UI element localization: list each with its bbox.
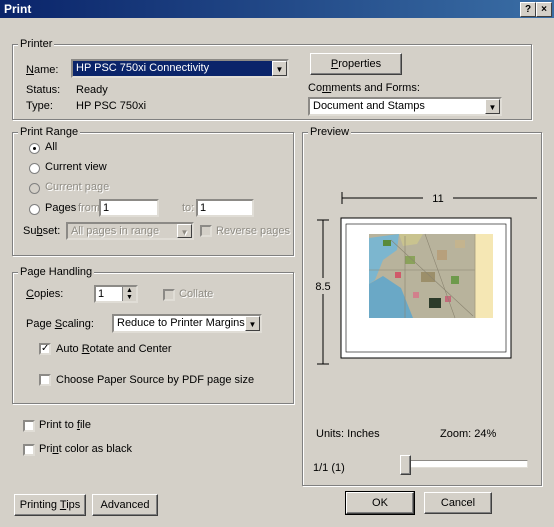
copies-value: 1 (98, 288, 105, 300)
reverse-pages-label: Reverse pages (216, 225, 290, 237)
radio-pages-label: Pages (45, 202, 77, 214)
comments-forms-label: Comments and Forms: (308, 82, 420, 94)
width-label: 11 (432, 193, 443, 205)
status-label: Status: (26, 84, 61, 96)
subset-select: All pages in range ▼ (66, 222, 194, 240)
print-range-label: Print Range (18, 126, 81, 138)
chevron-down-icon: ▼ (177, 224, 192, 238)
to-input[interactable]: 1 (196, 199, 254, 217)
page-scaling-label: Page Scaling: (26, 318, 94, 330)
radio-current-view-label: Current view (45, 161, 107, 173)
from-input[interactable]: 1 (99, 199, 159, 217)
printer-name-label: Name: (26, 64, 59, 76)
radio-current-view[interactable] (29, 163, 40, 174)
radio-all-label: All (45, 141, 58, 153)
ok-button[interactable]: OK (345, 491, 415, 515)
print-to-file-checkbox[interactable] (23, 420, 35, 432)
type-label: Type: (26, 100, 53, 112)
printer-group-label: Printer (18, 38, 55, 50)
window-title: Print (4, 2, 32, 16)
preview-label: Preview (308, 126, 352, 138)
help-icon[interactable]: ? (520, 2, 536, 17)
to-label: to: (182, 202, 195, 214)
printer-name-value: HP PSC 750xi Connectivity (76, 62, 210, 74)
printer-name-select[interactable]: HP PSC 750xi Connectivity ▼ (71, 59, 289, 78)
page-scaling-select[interactable]: Reduce to Printer Margins ▼ (112, 314, 262, 333)
close-icon[interactable]: × (536, 2, 552, 17)
chevron-down-icon[interactable]: ▼ (245, 316, 260, 331)
subset-label: Subset: (23, 225, 61, 237)
chevron-down-icon[interactable]: ▼ (485, 99, 500, 114)
auto-rotate-label: Auto Rotate and Center (56, 343, 172, 355)
radio-all[interactable] (29, 143, 40, 154)
radio-pages[interactable] (29, 204, 40, 215)
properties-button[interactable]: Properties (310, 53, 402, 75)
printing-tips-button[interactable]: Printing Tips (14, 494, 86, 516)
print-color-black-label: Print color as black (39, 443, 132, 455)
collate-checkbox (163, 289, 175, 301)
radio-current-page-label: Current page (45, 181, 110, 193)
units-label: Units: Inches (316, 428, 380, 440)
print-color-black-checkbox[interactable] (23, 444, 35, 456)
chevron-down-icon[interactable]: ▼ (272, 61, 287, 76)
to-value: 1 (200, 202, 207, 214)
reverse-pages-checkbox (200, 225, 212, 237)
map-thumbnail (369, 233, 493, 319)
zoom-label: Zoom: 24% (440, 428, 497, 440)
page-indicator: 1/1 (1) (313, 462, 345, 474)
radio-current-page (29, 183, 40, 194)
page-slider-track[interactable] (404, 460, 528, 468)
advanced-button[interactable]: Advanced (92, 494, 158, 516)
comments-forms-select[interactable]: Document and Stamps ▼ (308, 97, 502, 116)
copies-label: Copies: (26, 288, 64, 300)
choose-paper-label: Choose Paper Source by PDF page size (56, 374, 255, 386)
comments-forms-value: Document and Stamps (313, 100, 425, 112)
from-value: 1 (103, 202, 110, 214)
title-bar: Print ? × (0, 0, 554, 18)
page-slider-thumb[interactable] (400, 455, 411, 475)
copies-stepper[interactable]: 1 ▲ ▼ (94, 285, 138, 303)
subset-value: All pages in range (71, 225, 160, 237)
page-scaling-value: Reduce to Printer Margins (117, 317, 245, 329)
type-value: HP PSC 750xi (76, 100, 147, 112)
stepper-arrows-icon[interactable]: ▲ ▼ (122, 287, 136, 301)
status-value: Ready (76, 84, 108, 96)
choose-paper-checkbox[interactable] (39, 374, 51, 386)
cancel-button[interactable]: Cancel (424, 492, 492, 514)
collate-label: Collate (179, 288, 214, 300)
preview-pane: 11 8.5 (311, 190, 537, 365)
page-handling-label: Page Handling (18, 266, 95, 278)
print-to-file-label: Print to file (39, 419, 91, 431)
auto-rotate-checkbox[interactable]: ✓ (39, 343, 51, 355)
height-label: 8.5 (315, 281, 330, 293)
